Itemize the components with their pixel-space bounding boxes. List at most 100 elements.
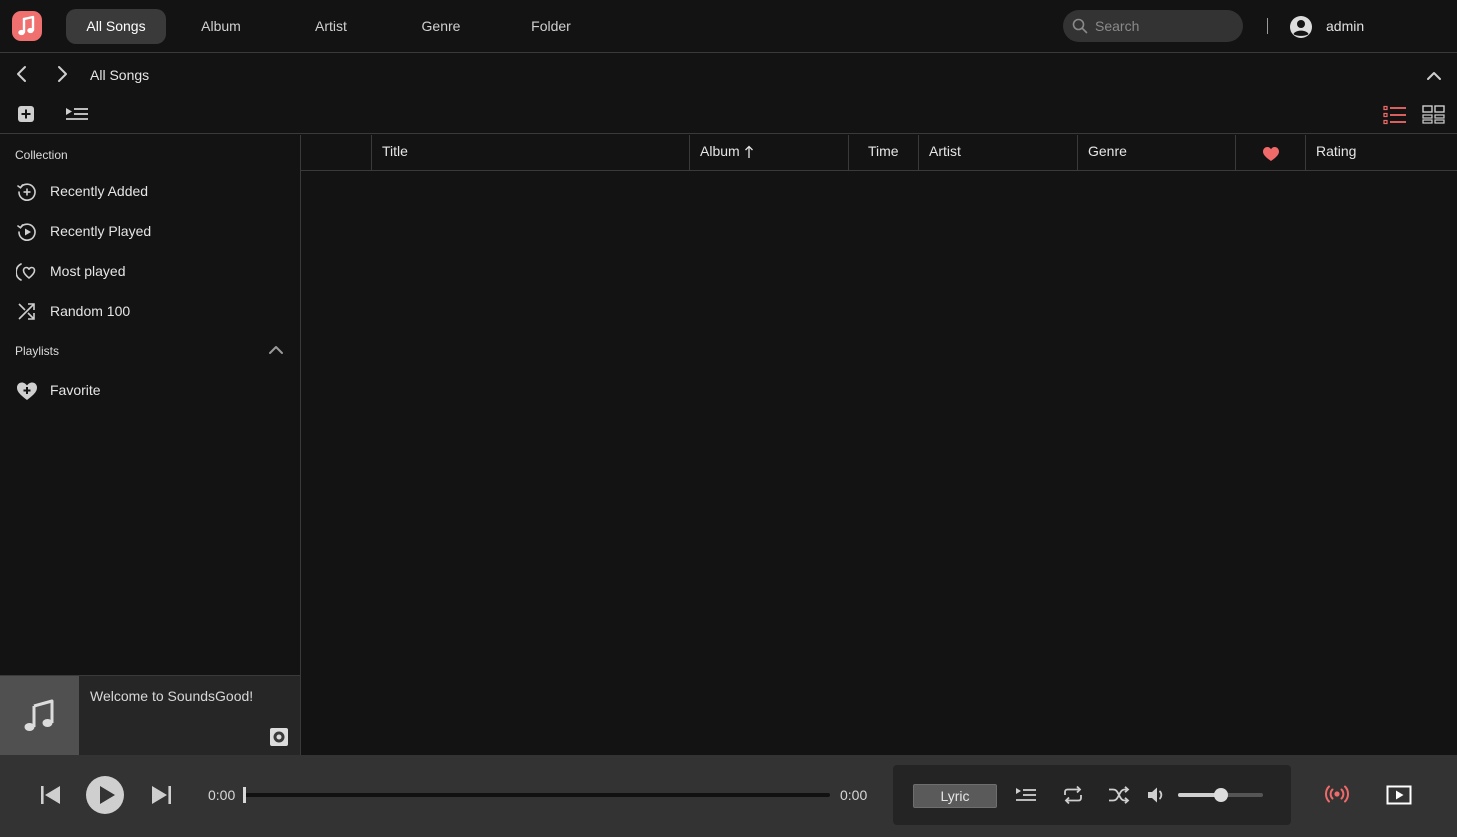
sort-ascending-icon (744, 145, 754, 159)
content-header: All Songs (0, 54, 1457, 134)
collection-section-title: Collection (15, 148, 68, 162)
music-note-icon (24, 699, 54, 731)
sidebar-item-recently-added[interactable]: Recently Added (0, 171, 300, 211)
current-time: 0:00 (208, 787, 236, 803)
column-header-title[interactable]: Title (371, 135, 689, 170)
sidebar-item-label: Most played (50, 263, 126, 279)
column-header-label: Genre (1088, 143, 1127, 159)
user-avatar-icon[interactable] (1289, 15, 1313, 39)
disc-icon[interactable] (270, 728, 288, 746)
volume-icon (1148, 787, 1163, 803)
skip-next-icon (152, 786, 171, 804)
queue-list-icon (1016, 788, 1036, 801)
add-button[interactable] (17, 105, 35, 123)
playlists-collapse-toggle[interactable] (268, 344, 284, 356)
play-button[interactable] (86, 776, 124, 814)
column-header-favorite[interactable] (1235, 135, 1305, 170)
recently-played-icon (16, 221, 38, 243)
play-queue-button[interactable] (65, 105, 89, 123)
column-header-index (301, 135, 371, 170)
column-header-label: Time (868, 143, 899, 159)
list-view-button[interactable] (1383, 105, 1407, 125)
plus-square-icon (18, 106, 34, 122)
volume-button[interactable] (1147, 785, 1167, 805)
tab-album[interactable]: Album (166, 9, 276, 44)
now-playing-screen-button[interactable] (1386, 785, 1412, 805)
sidebar-item-label: Recently Played (50, 223, 152, 239)
sidebar-item-label: Favorite (50, 382, 101, 398)
sidebar-item-label: Random 100 (50, 303, 131, 319)
column-header-label: Title (382, 143, 408, 159)
song-table-body (301, 172, 1457, 755)
column-header-time[interactable]: Time (848, 135, 918, 170)
song-table-header: Title Album Time Artist Genre Rating (301, 135, 1457, 171)
search-box (1063, 10, 1243, 42)
shuffle-button[interactable] (1108, 786, 1130, 804)
header-divider (1267, 18, 1268, 34)
play-screen-icon (1386, 785, 1412, 805)
chevron-up-icon (1427, 72, 1441, 80)
column-header-album[interactable]: Album (689, 135, 848, 170)
total-time: 0:00 (840, 787, 868, 803)
volume-slider[interactable] (1178, 788, 1263, 802)
broadcast-button[interactable] (1324, 783, 1350, 805)
search-input[interactable] (1095, 10, 1235, 42)
lyric-button[interactable]: Lyric (913, 784, 997, 808)
progress-slider[interactable] (243, 787, 830, 803)
list-view-icon (1383, 105, 1406, 125)
sidebar-item-favorite[interactable]: Favorite (0, 370, 300, 410)
previous-track-button[interactable] (40, 785, 62, 805)
column-header-rating[interactable]: Rating (1305, 135, 1457, 170)
tab-artist[interactable]: Artist (276, 9, 386, 44)
column-header-label: Artist (929, 143, 961, 159)
search-icon (1072, 18, 1088, 34)
next-track-button[interactable] (150, 785, 172, 805)
sidebar: Collection Recently Added Recently Playe… (0, 135, 300, 675)
repeat-icon (1064, 785, 1082, 805)
progress-handle[interactable] (243, 787, 246, 803)
play-queue-button[interactable] (1015, 786, 1037, 804)
album-art[interactable] (0, 676, 79, 755)
recently-added-icon (16, 181, 38, 203)
playback-options-panel: Lyric (893, 765, 1291, 825)
chevron-up-icon (269, 346, 283, 354)
column-header-artist[interactable]: Artist (918, 135, 1077, 170)
column-header-label: Album (700, 143, 740, 159)
player-bar: 0:00 0:00 Lyric (0, 755, 1457, 837)
library-tabs: All Songs Album Artist Genre Folder (66, 9, 606, 44)
skip-previous-icon (41, 786, 60, 804)
heart-icon (1262, 146, 1280, 162)
tab-folder[interactable]: Folder (496, 9, 606, 44)
heart-playlist-icon (16, 380, 38, 402)
sidebar-item-most-played[interactable]: Most played (0, 251, 300, 291)
sidebar-item-random-100[interactable]: Random 100 (0, 291, 300, 331)
grid-view-button[interactable] (1422, 105, 1446, 125)
playlists-section-title: Playlists (15, 344, 60, 358)
most-played-icon (16, 261, 38, 283)
chevron-left-icon (17, 66, 26, 82)
now-playing-title: Welcome to SoundsGood! (90, 688, 254, 704)
column-header-label: Rating (1316, 143, 1357, 159)
tab-genre[interactable]: Genre (386, 9, 496, 44)
queue-list-icon (66, 108, 88, 120)
volume-handle[interactable] (1213, 788, 1228, 802)
shuffle-icon (1109, 786, 1130, 804)
collapse-header-button[interactable] (1426, 68, 1442, 84)
top-navigation-bar: All Songs Album Artist Genre Folder admi… (0, 0, 1457, 53)
now-playing-panel: Welcome to SoundsGood! (0, 675, 300, 755)
play-icon (100, 786, 115, 804)
broadcast-icon (1325, 785, 1349, 803)
forward-button[interactable] (52, 64, 72, 84)
shuffle-icon (16, 301, 38, 323)
column-header-genre[interactable]: Genre (1077, 135, 1235, 170)
breadcrumb: All Songs (90, 67, 150, 83)
app-logo-icon[interactable] (12, 11, 42, 41)
chevron-right-icon (58, 66, 67, 82)
grid-view-icon (1422, 105, 1445, 124)
repeat-button[interactable] (1062, 785, 1084, 805)
sidebar-item-label: Recently Added (50, 183, 149, 199)
sidebar-item-recently-played[interactable]: Recently Played (0, 211, 300, 251)
username-label[interactable]: admin (1326, 18, 1364, 34)
back-button[interactable] (12, 64, 32, 84)
tab-all-songs[interactable]: All Songs (66, 9, 166, 44)
